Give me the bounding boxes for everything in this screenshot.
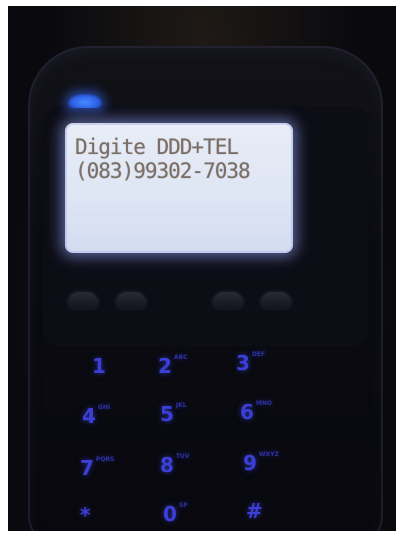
soft-key-2[interactable]: [116, 292, 146, 308]
key-1[interactable]: 1: [92, 354, 108, 378]
key-star[interactable]: *: [80, 503, 92, 527]
key-4[interactable]: 4 GHI: [82, 404, 110, 428]
photo: Digite DDD+TEL (083)99302-7038 1 2 ABC 3D…: [8, 6, 396, 531]
lcd-text: Digite DDD+TEL (083)99302-7038: [75, 135, 251, 183]
status-led-icon: [68, 94, 102, 108]
key-5[interactable]: 5 JKL: [160, 402, 187, 426]
lcd-line-1: Digite DDD+TEL: [75, 135, 239, 159]
key-0-digit: 0: [163, 502, 177, 526]
key-1-digit: 1: [92, 354, 106, 378]
key-5-letters: JKL: [175, 402, 187, 409]
lcd-line-2: (083)99302-7038: [75, 159, 251, 183]
key-4-letters: GHI: [97, 404, 111, 411]
key-star-symbol: *: [80, 503, 91, 527]
key-8[interactable]: 8 TUV: [160, 453, 190, 477]
key-9[interactable]: 9 WXYZ: [243, 451, 279, 475]
soft-key-4[interactable]: [261, 292, 291, 308]
key-6[interactable]: 6 MNO: [240, 400, 272, 424]
key-hash[interactable]: #: [246, 499, 265, 523]
key-8-letters: TUV: [175, 453, 190, 460]
soft-key-3[interactable]: [213, 292, 243, 308]
lcd-screen: Digite DDD+TEL (083)99302-7038: [65, 123, 293, 253]
key-2[interactable]: 2 ABC: [158, 354, 188, 378]
key-6-letters: MNO: [255, 400, 273, 407]
key-5-digit: 5: [160, 402, 174, 426]
key-0[interactable]: 0 SP: [163, 502, 188, 526]
key-3-digit: 3: [236, 351, 250, 375]
soft-key-1[interactable]: [68, 292, 98, 308]
key-0-letters: SP: [178, 502, 188, 509]
key-2-letters: ABC: [173, 354, 188, 361]
key-2-digit: 2: [158, 354, 172, 378]
key-3-letters: DEF: [251, 351, 266, 358]
key-7-digit: 7: [80, 456, 94, 480]
key-9-digit: 9: [243, 451, 257, 475]
key-8-digit: 8: [160, 453, 174, 477]
key-7-letters: PQRS: [95, 456, 115, 463]
key-9-letters: WXYZ: [258, 451, 279, 458]
key-6-digit: 6: [240, 400, 254, 424]
key-4-digit: 4: [82, 404, 96, 428]
key-hash-symbol: #: [246, 499, 263, 523]
key-3[interactable]: 3 DEF: [236, 351, 265, 375]
key-7[interactable]: 7 PQRS: [80, 456, 114, 480]
